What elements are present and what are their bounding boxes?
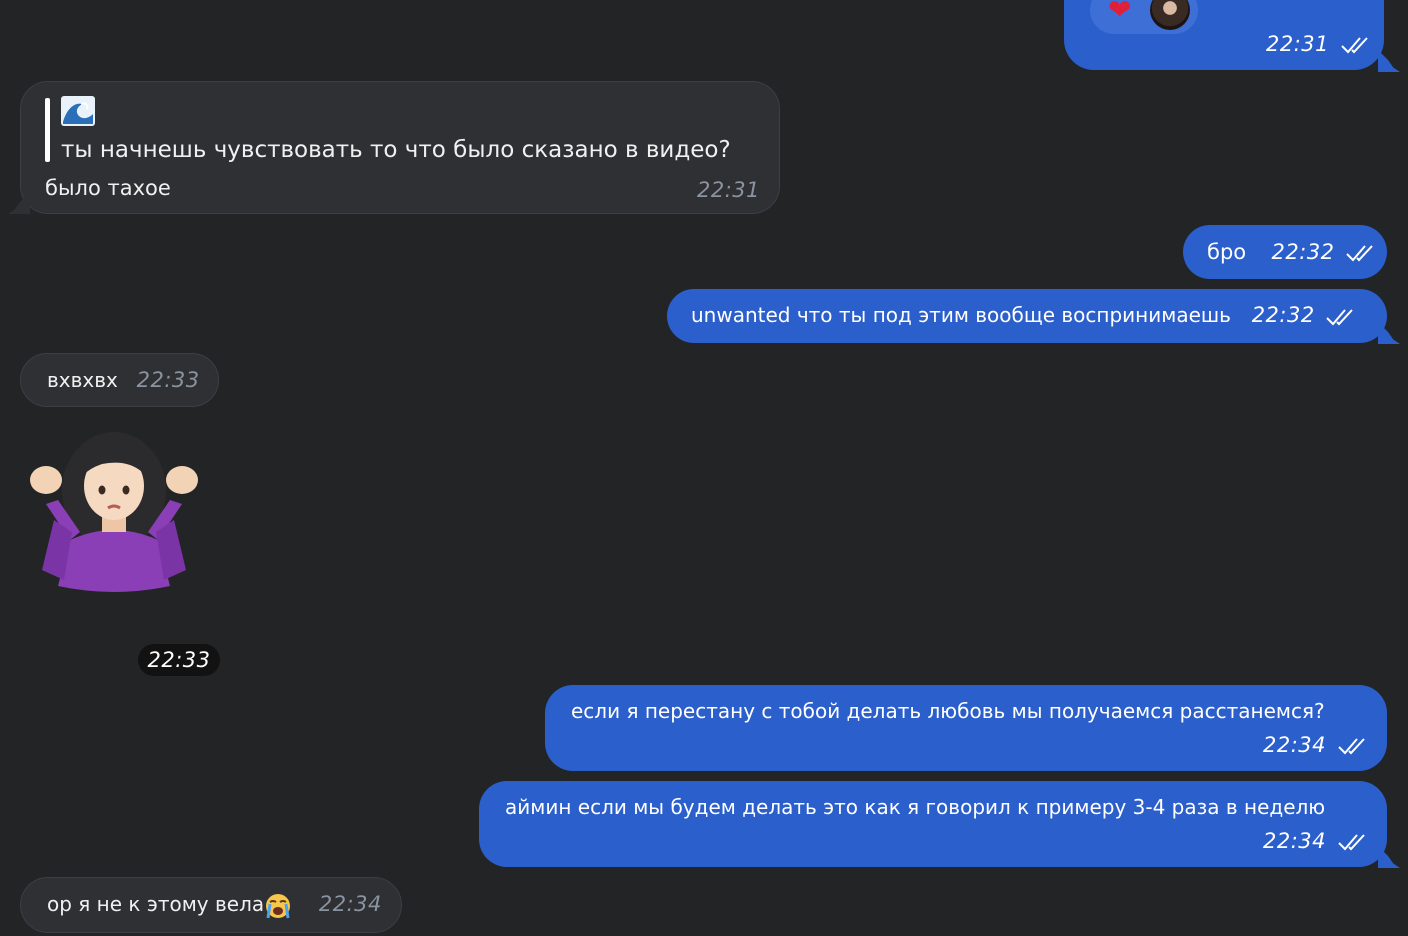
message-outgoing[interactable]: бро 22:32 — [1183, 225, 1387, 279]
message-text: если я перестану с тобой делать любовь м… — [571, 699, 1325, 723]
bubble-tail — [8, 192, 30, 214]
message-time: 22:32 — [1271, 240, 1335, 264]
message-text: вхвхвх — [47, 368, 118, 392]
message-outgoing[interactable]: unwanted что ты под этим вообще восприни… — [667, 289, 1387, 343]
message-incoming[interactable]: вхвхвх 22:33 — [20, 353, 219, 407]
avatar — [1150, 0, 1190, 30]
chat-area: ❤ 22:31 ты начнешь чувствовать то что бы… — [0, 0, 1408, 936]
double-check-icon — [1326, 308, 1353, 325]
message-incoming-reply[interactable]: ты начнешь чувствовать то что было сказа… — [20, 81, 780, 214]
message-text: аймин если мы будем делать это как я гов… — [505, 795, 1326, 819]
reaction-pill[interactable]: ❤ — [1090, 0, 1198, 34]
message-text: было тахое — [45, 176, 171, 200]
sticker-time: 22:33 — [138, 644, 220, 676]
message-text: unwanted что ты под этим вообще восприни… — [691, 303, 1231, 327]
message-outgoing[interactable]: если я перестану с тобой делать любовь м… — [545, 685, 1387, 771]
reply-bar — [45, 98, 50, 162]
message-time: 22:31 — [697, 178, 761, 202]
crying-emoji — [266, 893, 291, 918]
message-time: 22:33 — [136, 368, 200, 392]
bubble-tail — [1378, 50, 1400, 72]
message-time: 22:34 — [1263, 733, 1327, 757]
wave-emoji — [61, 96, 95, 126]
message-text: ор я не к этому вела — [47, 892, 265, 916]
message-incoming[interactable]: ор я не к этому вела 22:34 — [20, 877, 402, 933]
shrug-sticker[interactable] — [22, 420, 206, 600]
message-time: 22:34 — [318, 892, 382, 916]
message-time: 22:31 — [1266, 32, 1330, 56]
message-text: бро — [1207, 240, 1247, 264]
message-time: 22:33 — [147, 648, 211, 672]
message-outgoing-reaction[interactable]: ❤ 22:31 — [1064, 0, 1384, 70]
message-time: 22:34 — [1263, 829, 1327, 853]
double-check-icon — [1338, 834, 1365, 851]
double-check-icon — [1346, 245, 1373, 262]
message-outgoing[interactable]: аймин если мы будем делать это как я гов… — [479, 781, 1387, 867]
heart-reaction-icon: ❤ — [1108, 0, 1132, 26]
double-check-icon — [1338, 738, 1365, 755]
message-time: 22:32 — [1251, 303, 1315, 327]
reply-quote-text: ты начнешь чувствовать то что было сказа… — [61, 137, 731, 163]
double-check-icon — [1341, 37, 1368, 54]
